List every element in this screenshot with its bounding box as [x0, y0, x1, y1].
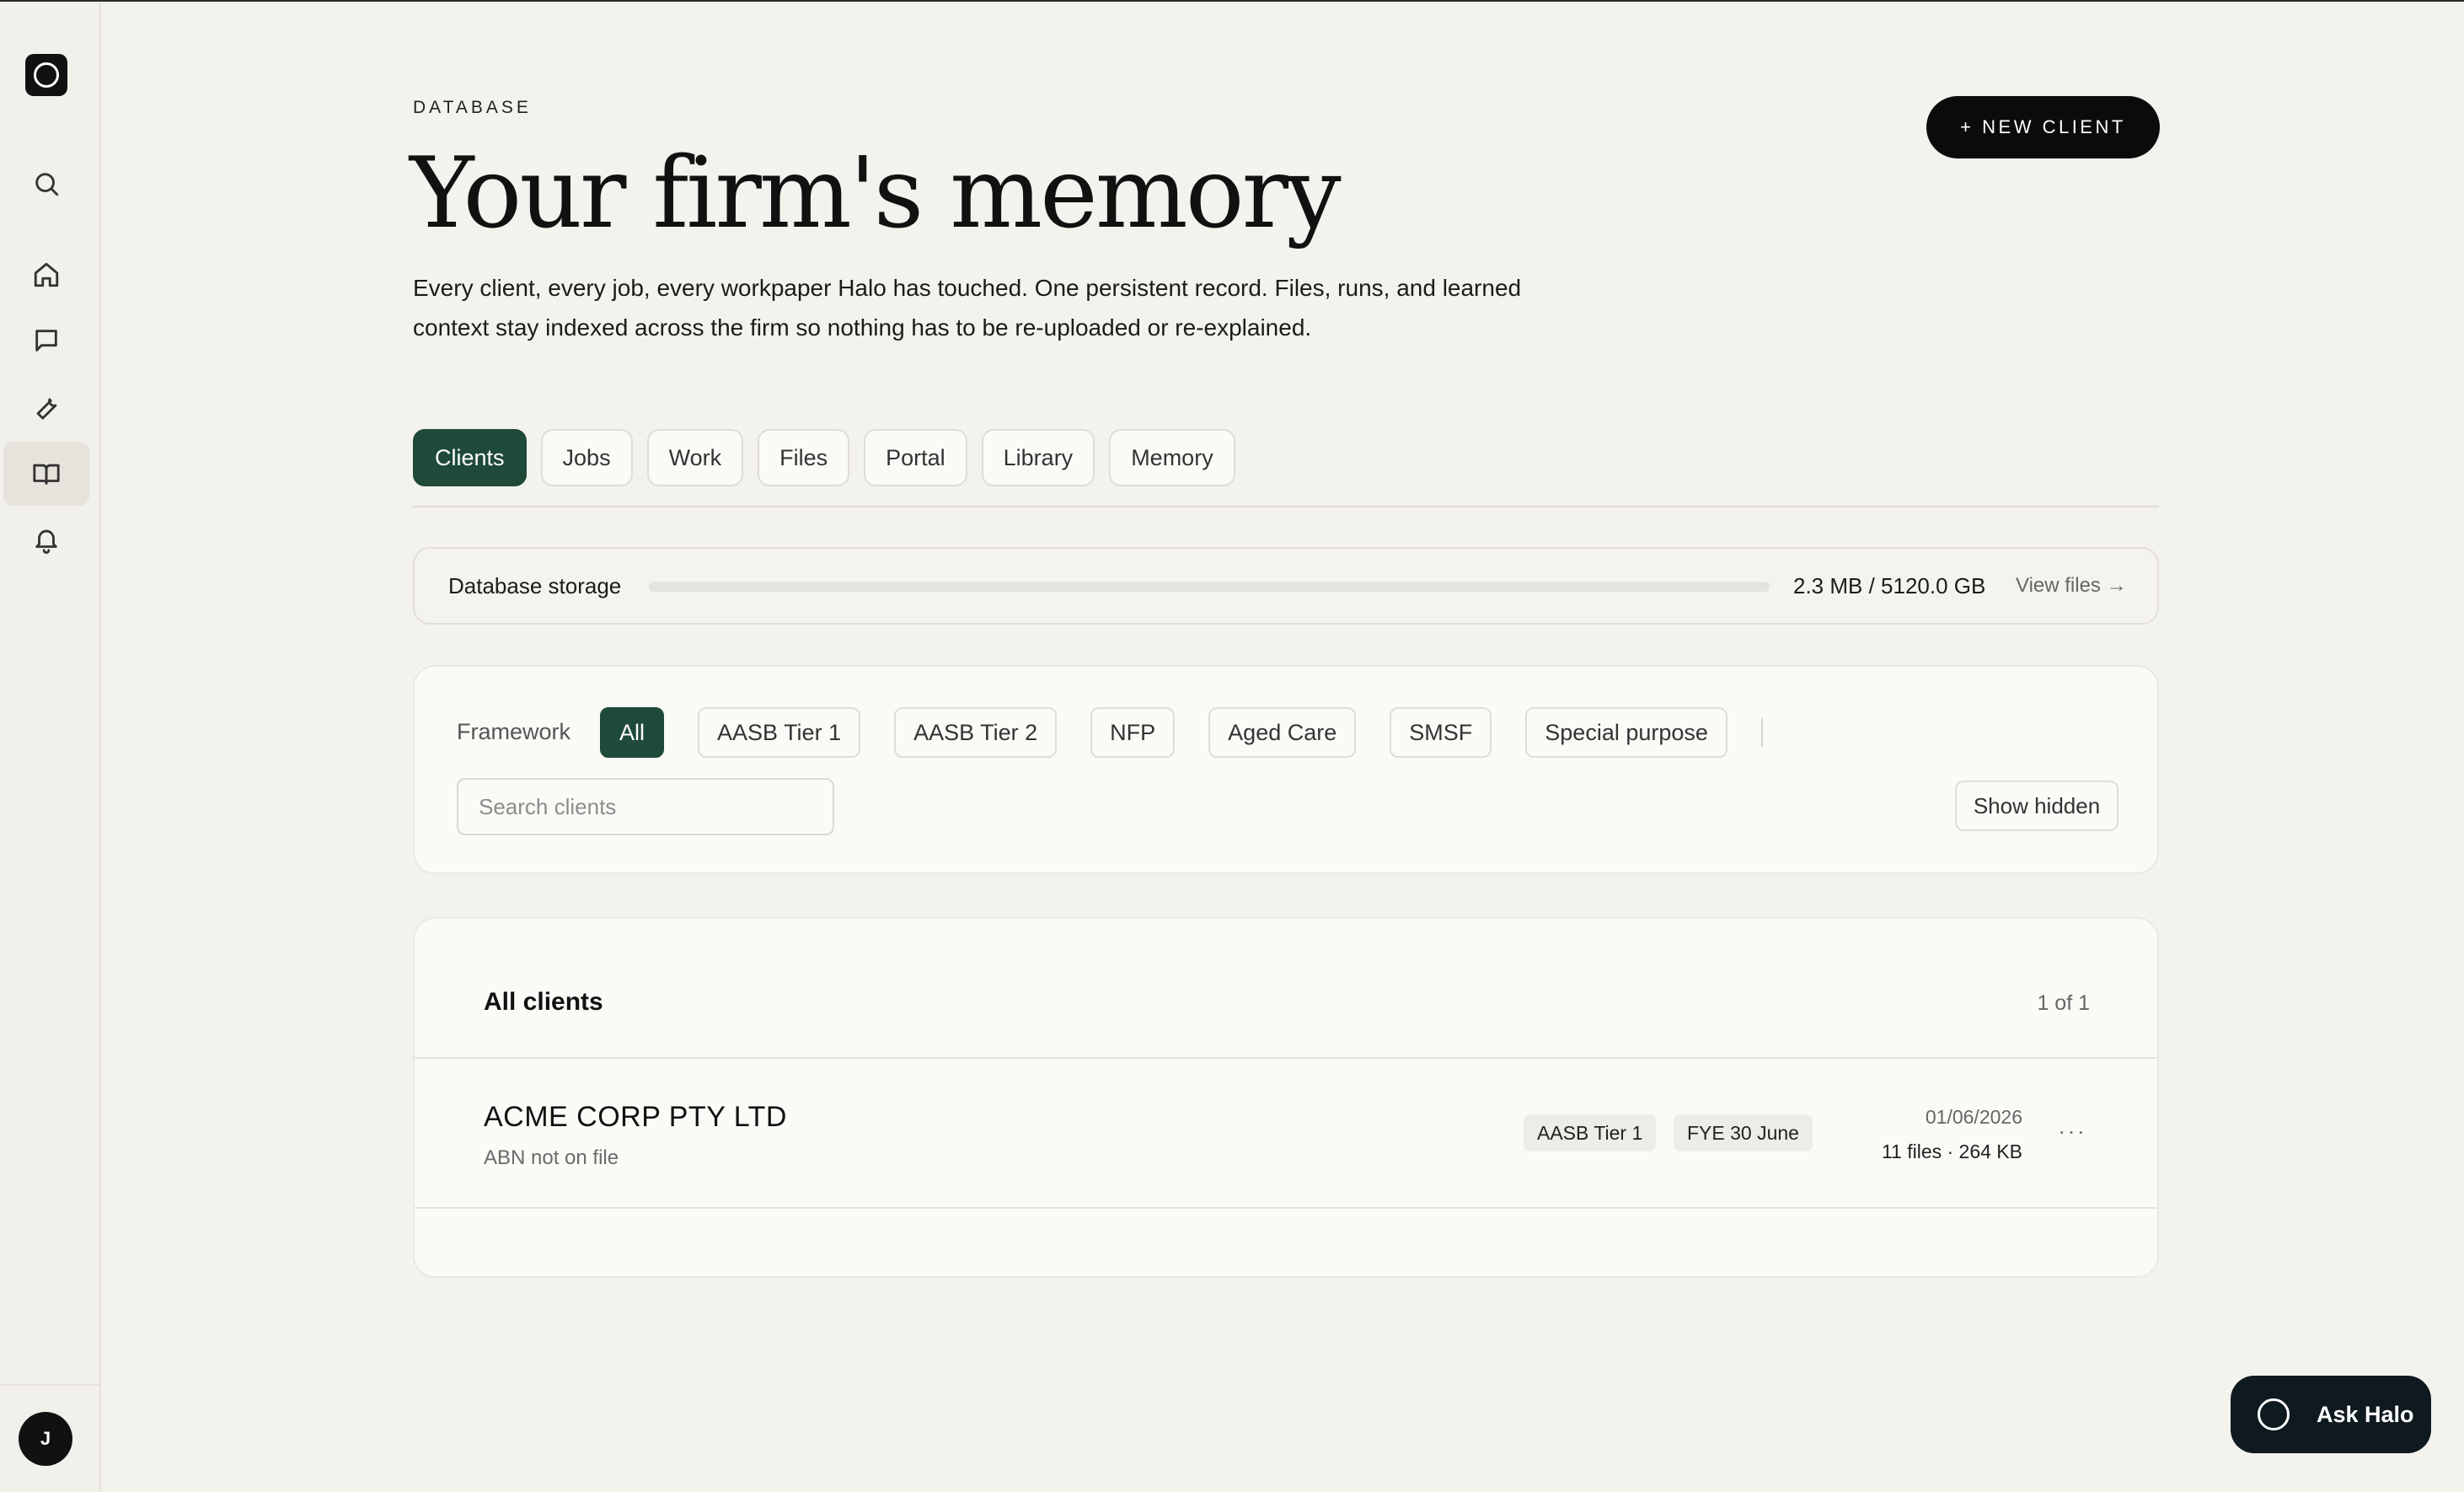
- logo-ring-icon: [34, 62, 59, 88]
- book-open-icon: [33, 464, 60, 485]
- home-icon: [34, 262, 59, 287]
- chip-aasb-tier-1[interactable]: AASB Tier 1: [698, 707, 861, 758]
- tab-memory[interactable]: Memory: [1109, 429, 1235, 486]
- chip-aged-care[interactable]: Aged Care: [1208, 707, 1357, 758]
- tab-files[interactable]: Files: [758, 429, 850, 486]
- wrench-icon: [36, 398, 57, 420]
- halo-ring-icon: [2258, 1398, 2290, 1430]
- client-framework-tag: AASB Tier 1: [1524, 1114, 1657, 1151]
- clients-count: 1 of 1: [2037, 991, 2090, 1015]
- tab-clients[interactable]: Clients: [413, 429, 527, 486]
- clients-table-header: All clients 1 of 1: [415, 919, 2157, 1059]
- client-row[interactable]: ACME CORP PTY LTD ABN not on file AASB T…: [415, 1059, 2157, 1209]
- nav-tools-button[interactable]: [3, 374, 89, 438]
- ask-halo-label: Ask Halo: [2317, 1401, 2414, 1427]
- client-date: 01/06/2026: [1925, 1106, 2022, 1128]
- client-fye-tag: FYE 30 June: [1674, 1114, 1813, 1151]
- nav-database-button[interactable]: [3, 442, 89, 506]
- app-logo[interactable]: [25, 54, 67, 96]
- page-eyebrow: DATABASE: [413, 98, 532, 117]
- show-hidden-button[interactable]: Show hidden: [1955, 781, 2119, 831]
- tab-jobs[interactable]: Jobs: [540, 429, 633, 486]
- tabs-divider: [413, 506, 2159, 507]
- bell-icon: [35, 529, 57, 554]
- chip-special-purpose[interactable]: Special purpose: [1525, 707, 1727, 758]
- chip-aasb-tier-2[interactable]: AASB Tier 2: [894, 707, 1058, 758]
- storage-panel: Database storage 2.3 MB / 5120.0 GB View…: [413, 547, 2159, 625]
- top-border: [0, 0, 2464, 2]
- storage-progress-bar: [649, 582, 1770, 592]
- tab-work[interactable]: Work: [646, 429, 744, 486]
- nav-search-button[interactable]: [3, 152, 89, 216]
- chip-smsf[interactable]: SMSF: [1390, 707, 1492, 758]
- clients-table: All clients 1 of 1 ACME CORP PTY LTD ABN…: [413, 917, 2159, 1278]
- tab-library[interactable]: Library: [981, 429, 1095, 486]
- user-avatar[interactable]: J: [19, 1412, 72, 1466]
- nav-notifications-button[interactable]: [3, 507, 89, 572]
- chat-icon: [35, 330, 57, 352]
- sidebar-divider: [0, 1384, 99, 1386]
- chip-all[interactable]: All: [600, 707, 665, 758]
- view-files-link[interactable]: View files →: [2016, 574, 2127, 598]
- nav-chat-button[interactable]: [3, 309, 89, 373]
- ask-halo-button[interactable]: Ask Halo: [2231, 1376, 2431, 1453]
- filter-panel: Framework All AASB Tier 1 AASB Tier 2 NF…: [413, 665, 2159, 874]
- section-tabs: Clients Jobs Work Files Portal Library M…: [413, 429, 1235, 486]
- search-clients-input[interactable]: [457, 778, 834, 835]
- storage-label: Database storage: [448, 573, 622, 598]
- chip-nfp[interactable]: NFP: [1090, 707, 1176, 758]
- framework-label: Framework: [457, 719, 571, 744]
- client-file-meta: 11 files · 264 KB: [1881, 1140, 2022, 1162]
- clients-title: All clients: [484, 988, 603, 1016]
- new-client-button[interactable]: + NEW CLIENT: [1926, 96, 2160, 158]
- tab-portal[interactable]: Portal: [864, 429, 967, 486]
- more-options-icon[interactable]: ···: [2058, 1119, 2086, 1143]
- chip-separator: [1760, 718, 1763, 747]
- storage-value: 2.3 MB / 5120.0 GB: [1793, 573, 1986, 598]
- search-icon: [35, 173, 59, 196]
- client-abn: ABN not on file: [484, 1146, 619, 1169]
- page-title: Your firm's memory: [410, 137, 1342, 250]
- nav-home-button[interactable]: [3, 243, 89, 307]
- client-name[interactable]: ACME CORP PTY LTD: [484, 1101, 787, 1134]
- framework-chips: All AASB Tier 1 AASB Tier 2 NFP Aged Car…: [600, 707, 1763, 758]
- page-description: Every client, every job, every workpaper…: [413, 275, 1522, 341]
- sidebar: J: [0, 2, 101, 1492]
